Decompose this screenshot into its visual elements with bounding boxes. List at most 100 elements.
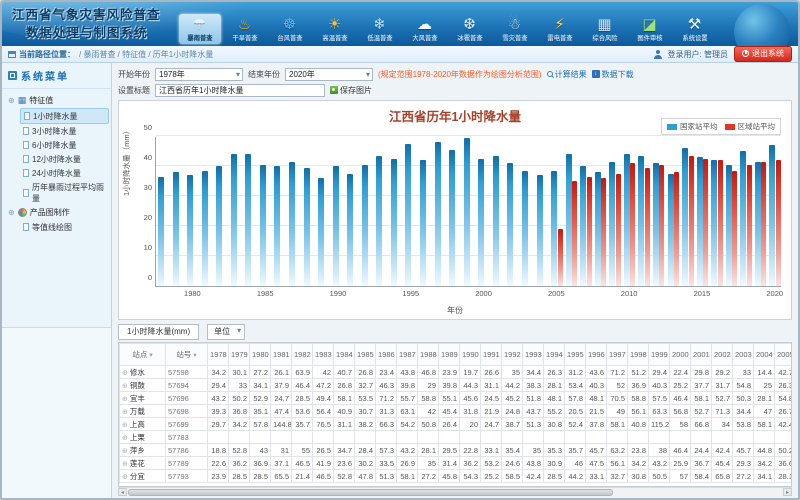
column-header-year[interactable]: 2000 <box>670 344 691 366</box>
tree-item-6小时降水量[interactable]: 6小时降水量 <box>20 138 109 152</box>
tree-item-24小时降水量[interactable]: 24小时降水量 <box>20 166 109 180</box>
column-header-year[interactable]: 1987 <box>397 344 418 366</box>
column-header-year[interactable]: 1979 <box>229 344 250 366</box>
tree-item-等值线绘图[interactable]: 等值线绘图 <box>20 220 109 234</box>
value-cell: 52.9 <box>250 392 271 405</box>
column-header-year[interactable]: 1988 <box>418 344 439 366</box>
column-header-year[interactable]: 1995 <box>565 344 586 366</box>
nav-item-rainstorm[interactable]: ☂暴雨普查 <box>179 14 221 44</box>
column-header-year[interactable]: 1984 <box>334 344 355 366</box>
calculate-button[interactable]: 计算结果 <box>547 69 587 80</box>
nav-item-high-temp[interactable]: ☀高温普查 <box>314 14 356 44</box>
column-header-year[interactable]: 1990 <box>460 344 481 366</box>
column-header-year[interactable]: 1992 <box>502 344 523 366</box>
filter-arrow-icon[interactable]: ▾ <box>149 352 152 359</box>
bar-regional-2019 <box>761 162 766 287</box>
value-cell: 42 <box>418 405 439 418</box>
tree-item-12小时降水量[interactable]: 12小时降水量 <box>20 152 109 166</box>
start-year-select[interactable]: 1978年 <box>155 68 243 81</box>
save-image-button[interactable]: 保存图片 <box>330 85 372 96</box>
tree-group-产品图制作[interactable]: ⊕产品图制作 <box>4 205 109 220</box>
logout-button[interactable]: 退出系统 <box>734 46 792 62</box>
row-expand-icon[interactable]: ⊕ <box>122 383 128 390</box>
nav-item-settings[interactable]: ⚒系统设置 <box>674 14 716 44</box>
tree-item-历年暴雨过程平均雨量[interactable]: 历年暴雨过程平均雨量 <box>20 180 109 205</box>
value-cell: 31.8 <box>460 405 481 418</box>
filter-arrow-icon[interactable]: ▾ <box>193 352 196 359</box>
column-header-year[interactable]: 1994 <box>544 344 565 366</box>
nav-item-hail[interactable]: ❆冰雹普查 <box>449 14 491 44</box>
row-expand-icon[interactable]: ⊕ <box>122 448 128 455</box>
row-expand-icon[interactable]: ⊕ <box>122 396 128 403</box>
column-header-year[interactable]: 1989 <box>439 344 460 366</box>
row-expand-icon[interactable]: ⊕ <box>122 435 128 442</box>
tree-item-3小时降水量[interactable]: 3小时降水量 <box>20 124 109 138</box>
station-cell[interactable]: ⊕分宜 <box>120 470 166 483</box>
value-cell <box>628 431 649 444</box>
column-header-year[interactable]: 2003 <box>733 344 754 366</box>
nav-item-snow[interactable]: ☃雪灾普查 <box>494 14 536 44</box>
unit-dropdown[interactable]: 单位 <box>207 324 245 340</box>
column-header-station[interactable]: 站点 ▾ <box>120 344 166 366</box>
station-cell[interactable]: ⊕修水 <box>120 366 166 379</box>
station-cell[interactable]: ⊕宜丰 <box>120 392 166 405</box>
column-header-year[interactable]: 2004 <box>754 344 775 366</box>
download-button[interactable]: ↓ 数据下载 <box>592 69 634 80</box>
tree-group-特征值[interactable]: ⊕▦特征值 <box>4 93 109 108</box>
column-header-year[interactable]: 1982 <box>292 344 313 366</box>
expand-toggle-icon[interactable]: ⊕ <box>8 208 15 217</box>
value-cell: 58.1 <box>754 418 775 431</box>
column-header-year[interactable]: 1993 <box>523 344 544 366</box>
breadcrumb: / 暴雨普查 / 特征值 / 历年1小时降水量 <box>79 49 213 60</box>
row-expand-icon[interactable]: ⊕ <box>122 409 128 416</box>
station-cell[interactable]: ⊕铜鼓 <box>120 379 166 392</box>
bar-national-1998 <box>449 150 455 287</box>
scroll-left-arrow[interactable]: ◂ <box>118 488 127 496</box>
column-header-id[interactable]: 站号 ▾ <box>166 344 208 366</box>
value-cell: 63.1 <box>397 405 418 418</box>
value-cell: 47 <box>754 405 775 418</box>
horizontal-scrollbar[interactable]: ◂ ▸ <box>118 487 792 496</box>
value-cell: 49 <box>607 405 628 418</box>
table-scroll-viewport[interactable]: 站点 ▾站号 ▾19781979198019811982198319841985… <box>118 342 792 487</box>
column-header-year[interactable]: 1998 <box>628 344 649 366</box>
column-header-year[interactable]: 2005 <box>775 344 793 366</box>
tree-item-1小时降水量[interactable]: 1小时降水量 <box>20 108 109 124</box>
value-cell: 30.8 <box>544 418 565 431</box>
row-expand-icon[interactable]: ⊕ <box>122 370 128 377</box>
column-header-year[interactable]: 1978 <box>208 344 229 366</box>
column-header-year[interactable]: 2001 <box>691 344 712 366</box>
nav-item-lightning[interactable]: ⚡雷电普查 <box>539 14 581 44</box>
row-expand-icon[interactable]: ⊕ <box>122 422 128 429</box>
nav-item-typhoon[interactable]: ☸台风普查 <box>269 14 311 44</box>
nav-item-wind[interactable]: ☁大风普查 <box>404 14 446 44</box>
row-expand-icon[interactable]: ⊕ <box>122 474 128 481</box>
value-cell: 45.8 <box>439 470 460 483</box>
station-cell[interactable]: ⊕萍乡 <box>120 444 166 457</box>
column-header-year[interactable]: 1991 <box>481 344 502 366</box>
scrollbar-thumb[interactable] <box>128 489 613 496</box>
column-header-year[interactable]: 1996 <box>586 344 607 366</box>
document-icon <box>24 112 30 120</box>
station-cell[interactable]: ⊕上栗 <box>120 431 166 444</box>
nav-item-combined-risk[interactable]: ▦综合风险 <box>584 14 626 44</box>
nav-item-drought[interactable]: ♨干旱普查 <box>224 14 266 44</box>
column-header-year[interactable]: 1986 <box>376 344 397 366</box>
row-expand-icon[interactable]: ⊕ <box>122 461 128 468</box>
station-cell[interactable]: ⊕上高 <box>120 418 166 431</box>
nav-item-low-temp[interactable]: ❄低温普查 <box>359 14 401 44</box>
station-cell[interactable]: ⊕莲花 <box>120 457 166 470</box>
expand-toggle-icon[interactable]: ⊕ <box>8 96 15 105</box>
column-header-year[interactable]: 1999 <box>649 344 670 366</box>
column-header-year[interactable]: 1980 <box>250 344 271 366</box>
column-header-year[interactable]: 2002 <box>712 344 733 366</box>
column-header-year[interactable]: 1983 <box>313 344 334 366</box>
column-header-year[interactable]: 1997 <box>607 344 628 366</box>
column-header-year[interactable]: 1985 <box>355 344 376 366</box>
end-year-select[interactable]: 2020年 <box>285 68 373 81</box>
chart-title-input[interactable] <box>155 84 325 97</box>
nav-item-map-review[interactable]: ◪图件审核 <box>629 14 671 44</box>
scroll-right-arrow[interactable]: ▸ <box>783 488 792 496</box>
station-cell[interactable]: ⊕万载 <box>120 405 166 418</box>
column-header-year[interactable]: 1981 <box>271 344 292 366</box>
